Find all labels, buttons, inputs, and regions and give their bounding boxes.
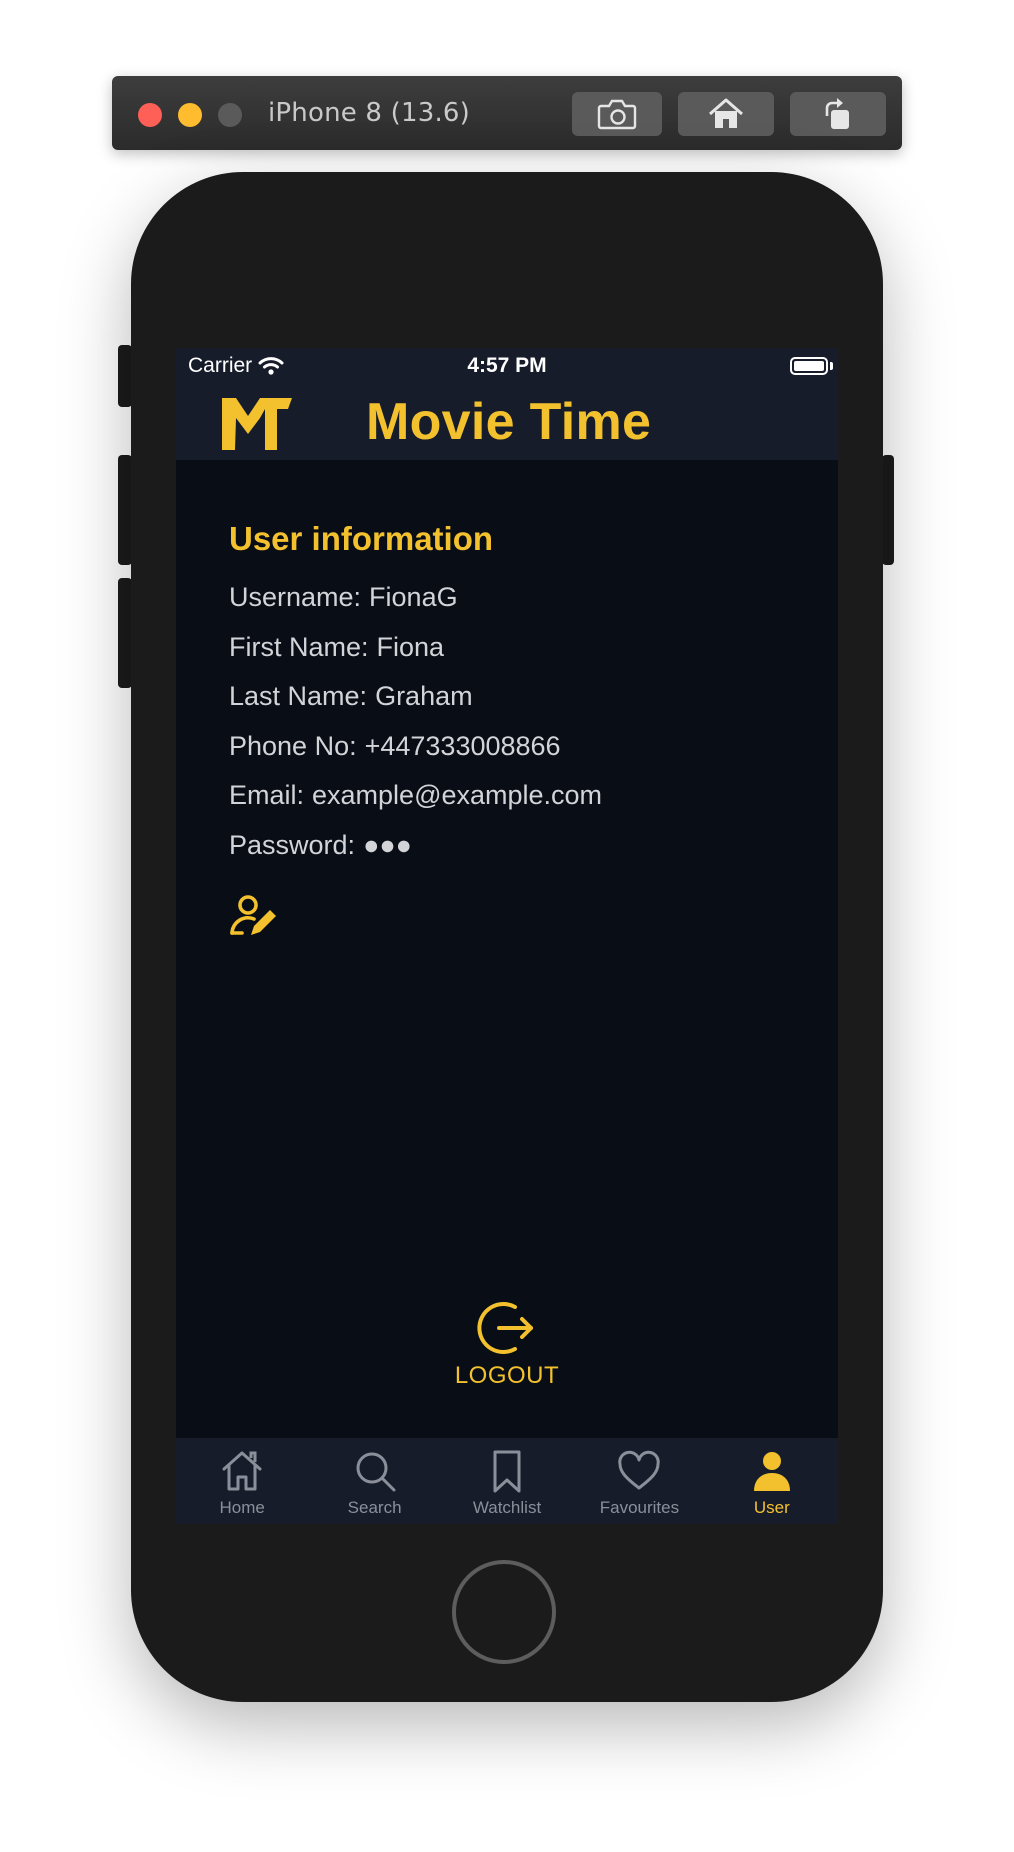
app-header: Movie Time — [176, 384, 838, 460]
status-time: 4:57 PM — [467, 354, 547, 377]
mt-logo-icon — [222, 398, 292, 450]
tab-label: Favourites — [599, 1498, 680, 1517]
password-row: Password: ●●● — [229, 828, 809, 878]
simulator-window: iPhone 8 (13.6) Carrier 4:57 PM Movie Ti… — [0, 0, 1014, 1852]
heart-icon — [618, 1450, 661, 1490]
home-button[interactable] — [678, 92, 774, 136]
tab-label: User — [753, 1498, 790, 1517]
rotate-icon — [825, 98, 849, 129]
section-title: User information — [229, 520, 494, 557]
tab-label: Watchlist — [472, 1498, 542, 1517]
info-label: Password: — [229, 829, 356, 860]
info-label: Email: — [229, 780, 305, 810]
logout-icon — [477, 1302, 533, 1354]
tab-bar: Home Search Watchlist Favourites User — [176, 1438, 838, 1524]
info-label: Phone No: — [229, 730, 357, 761]
tab-home[interactable]: Home — [176, 1438, 308, 1524]
tab-watchlist[interactable]: Watchlist — [441, 1438, 573, 1524]
close-window-button[interactable] — [138, 103, 162, 127]
battery-level — [794, 361, 824, 371]
battery-icon — [790, 357, 828, 375]
info-value: example@example.com — [312, 780, 603, 810]
device-screen: Carrier 4:57 PM Movie Time User informat… — [176, 348, 838, 1524]
rotate-button[interactable] — [790, 92, 886, 136]
logout-button[interactable]: LOGOUT — [407, 1298, 607, 1398]
home-icon — [222, 1451, 262, 1491]
user-edit-icon — [230, 895, 276, 935]
tab-search[interactable]: Search — [308, 1438, 440, 1524]
app-title: Movie Time — [366, 393, 652, 451]
info-value: Fiona — [376, 631, 445, 662]
phone-row: Phone No: +447333008866 — [229, 729, 809, 779]
device-title: iPhone 8 (13.6) — [268, 98, 471, 128]
info-label: Last Name: — [229, 681, 368, 711]
user-info-list: Username: FionaG First Name: Fiona Last Na… — [229, 580, 809, 877]
camera-icon — [597, 99, 637, 130]
device-home-button[interactable] — [452, 1560, 556, 1664]
volume-down-button — [118, 578, 132, 688]
power-button — [882, 455, 894, 565]
minimize-window-button[interactable] — [178, 103, 202, 127]
zoom-window-button[interactable] — [218, 103, 242, 127]
info-value: FionaG — [369, 582, 458, 612]
username-row: Username: FionaG — [229, 580, 809, 630]
edit-user-button[interactable] — [229, 893, 279, 939]
bookmark-icon — [493, 1450, 521, 1493]
info-label: Username: — [229, 582, 362, 612]
volume-up-button — [118, 455, 132, 565]
user-icon — [753, 1452, 790, 1491]
status-bar: Carrier 4:57 PM — [176, 348, 838, 384]
first-name-row: First Name: Fiona — [229, 630, 809, 680]
info-value: ●●● — [363, 829, 412, 860]
battery-tip — [830, 362, 833, 370]
tab-favourites[interactable]: Favourites — [573, 1438, 705, 1524]
info-label: First Name: — [229, 631, 369, 662]
screenshot-button[interactable] — [572, 92, 662, 136]
simulator-toolbar: iPhone 8 (13.6) — [112, 76, 902, 150]
info-value: Graham — [375, 681, 473, 711]
logout-label: LOGOUT — [454, 1362, 560, 1389]
tab-label: Search — [347, 1498, 402, 1517]
user-info-section: User information Username: FionaG First N… — [229, 518, 809, 877]
home-icon — [709, 98, 743, 128]
last-name-row: Last Name: Graham — [229, 679, 809, 729]
mute-switch — [118, 345, 132, 407]
email-row: Email: example@example.com — [229, 778, 809, 828]
tab-user[interactable]: User — [706, 1438, 838, 1524]
search-icon — [356, 1452, 396, 1492]
tab-label: Home — [219, 1498, 265, 1517]
info-value: +447333008866 — [364, 730, 561, 761]
